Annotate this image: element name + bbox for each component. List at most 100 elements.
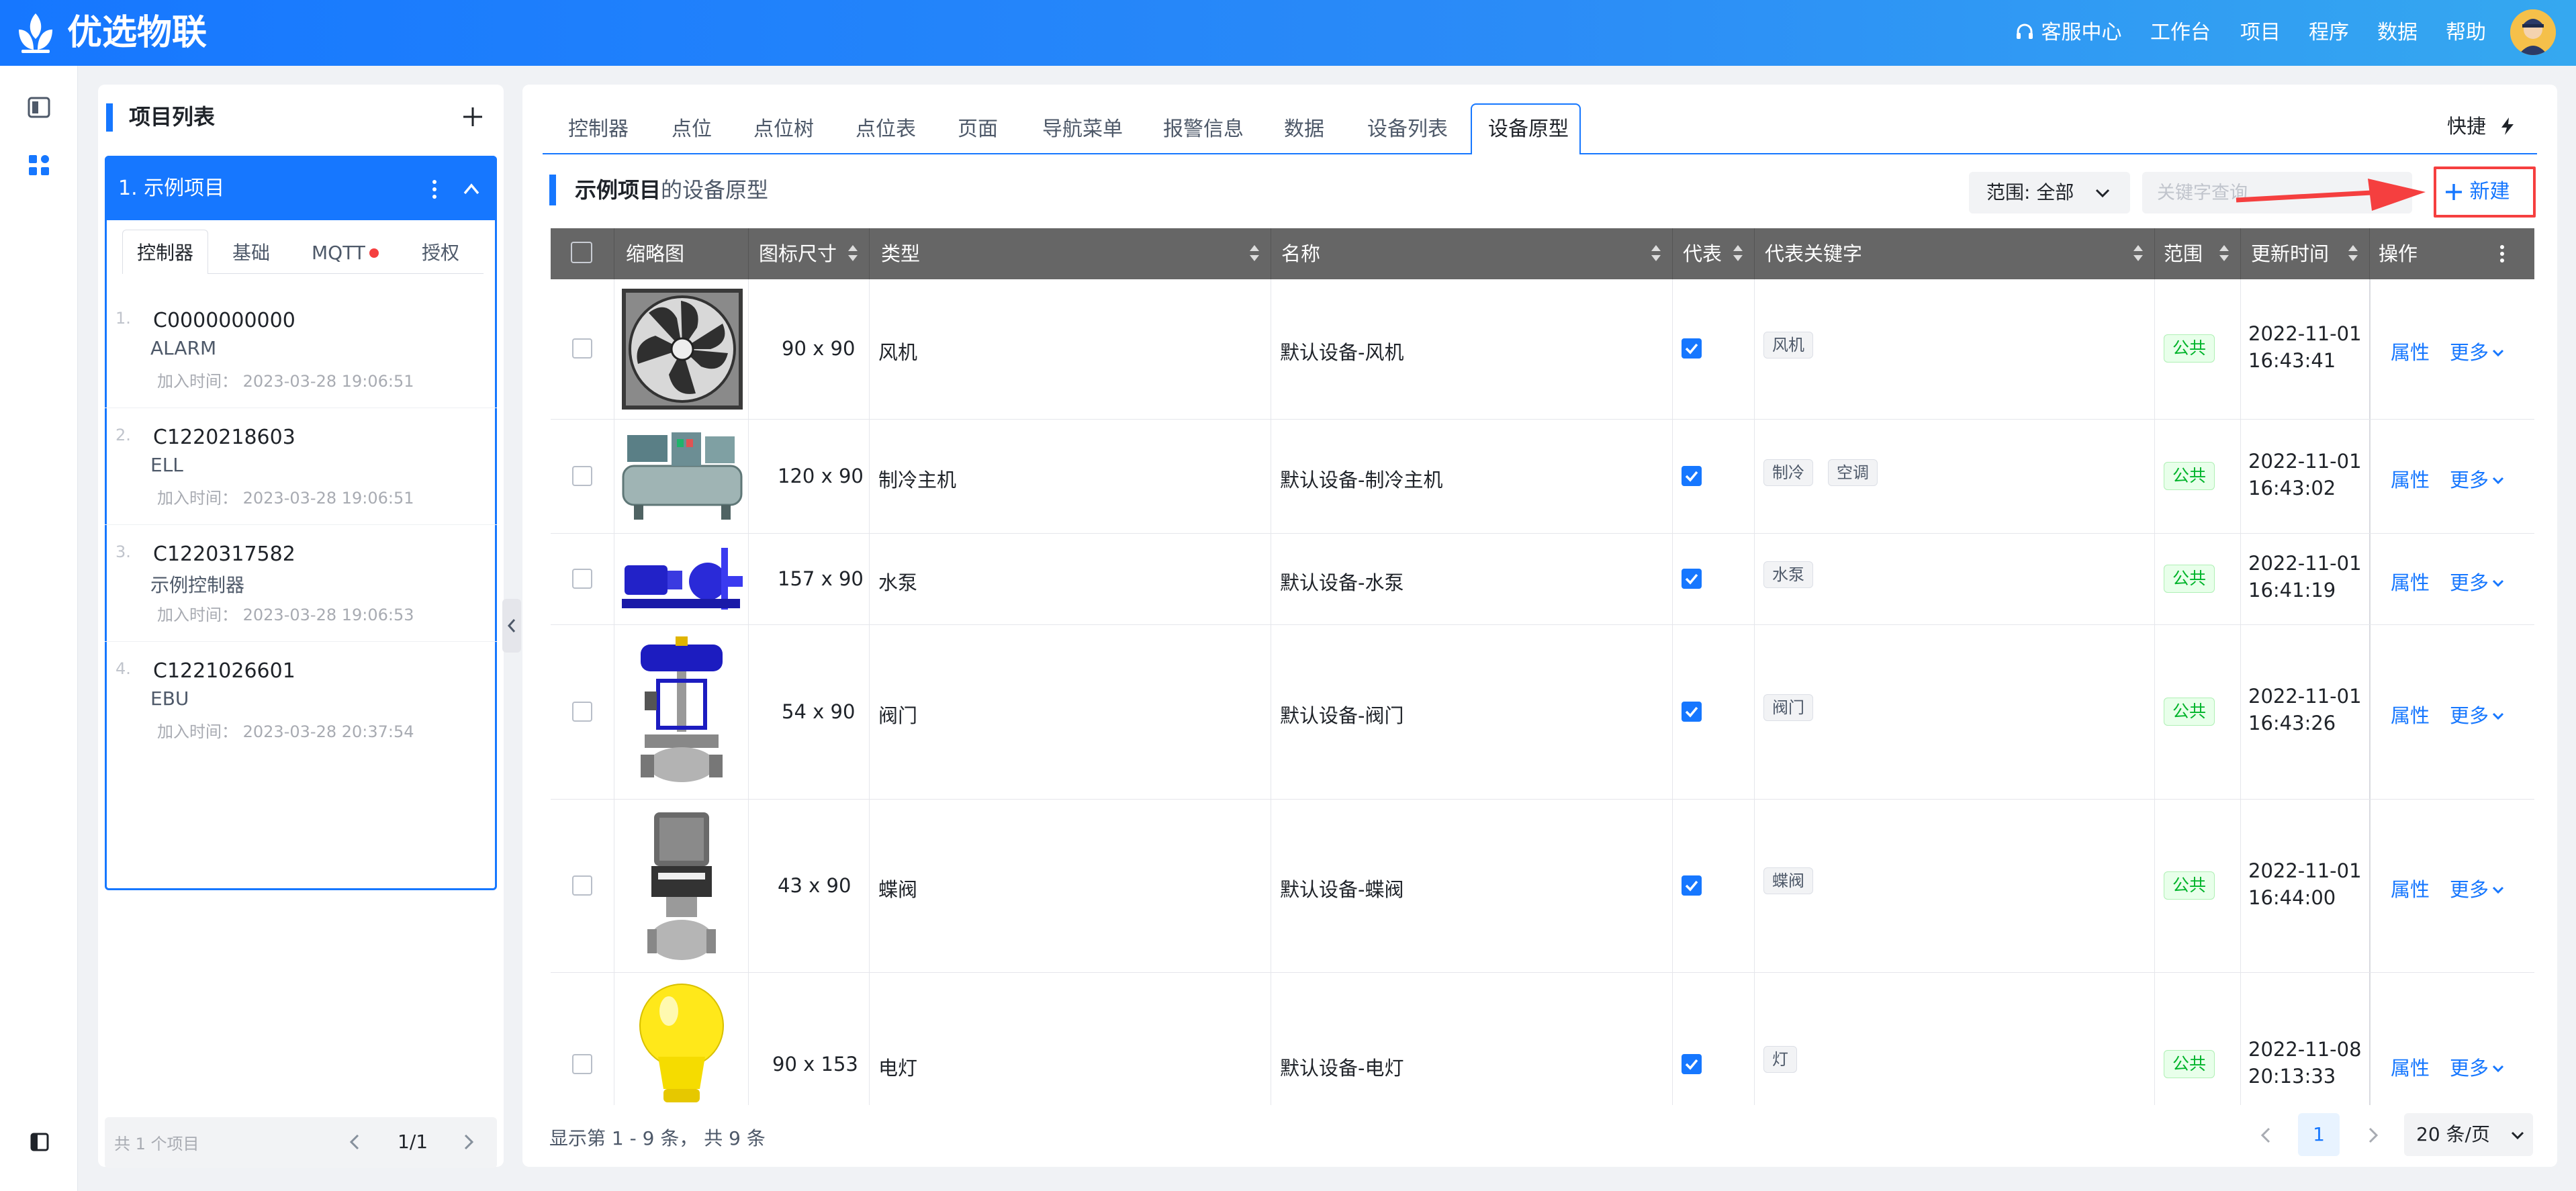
tab-nav-menu[interactable]: 导航菜单 [1042, 102, 1123, 157]
more-label: 更多 [2450, 704, 2489, 727]
item-index: 3. [116, 542, 131, 561]
more-dropdown[interactable]: 更多 [2450, 465, 2505, 493]
attributes-link[interactable]: 属性 [2391, 567, 2430, 596]
tab-pages[interactable]: 页面 [958, 102, 998, 157]
item-time: 加入时间： 2023-03-28 19:06:51 [157, 372, 414, 391]
more-label: 更多 [2450, 469, 2489, 491]
tab-device-prototype[interactable]: 设备原型 [1488, 102, 1569, 157]
attributes-link[interactable]: 属性 [2391, 465, 2430, 493]
sort-icon[interactable] [1649, 242, 1663, 265]
sort-icon[interactable] [2346, 242, 2360, 265]
quick-menu[interactable]: 快捷 [2447, 111, 2516, 141]
prev-page-icon[interactable] [2256, 1125, 2276, 1145]
more-dropdown[interactable]: 更多 [2450, 337, 2505, 365]
sort-icon[interactable] [2217, 242, 2231, 265]
mqtt-status-dot [369, 248, 379, 258]
chevron-left-icon [507, 619, 516, 632]
chevron-up-icon[interactable] [461, 180, 482, 199]
more-dropdown[interactable]: 更多 [2450, 567, 2505, 596]
attributes-link[interactable]: 属性 [2391, 337, 2430, 365]
col-scope[interactable]: 范围 [2164, 228, 2203, 279]
col-icon-size[interactable]: 图标尺寸 [759, 228, 837, 279]
add-project-icon[interactable] [461, 105, 485, 129]
table-row[interactable] [551, 972, 2534, 1105]
representative-checkbox[interactable] [1682, 569, 1702, 589]
updated-time: 16:43:41 [2248, 349, 2336, 372]
attributes-link[interactable]: 属性 [2391, 700, 2430, 728]
tab-data[interactable]: 数据 [1284, 102, 1324, 157]
row-checkbox[interactable] [572, 875, 592, 896]
user-avatar[interactable] [2510, 9, 2556, 55]
representative-checkbox[interactable] [1682, 702, 1702, 722]
updated-time: 16:43:02 [2248, 477, 2336, 499]
keyword-tag: 灯 [1763, 1046, 1797, 1073]
tab-controller-main[interactable]: 控制器 [568, 102, 629, 157]
updated-time: 20:13:33 [2248, 1065, 2336, 1088]
nav-program[interactable]: 程序 [2309, 0, 2349, 66]
sort-icon[interactable] [846, 242, 860, 265]
page-size-select[interactable]: 20 条/页 [2404, 1113, 2533, 1156]
row-checkbox[interactable] [572, 702, 592, 722]
col-updated[interactable]: 更新时间 [2251, 228, 2329, 279]
updated-time: 16:41:19 [2248, 579, 2336, 602]
col-divider [2240, 228, 2241, 279]
more-dropdown[interactable]: 更多 [2450, 874, 2505, 902]
col-type[interactable]: 类型 [881, 228, 920, 279]
prev-page-icon[interactable] [345, 1132, 365, 1152]
current-page-button[interactable]: 1 [2298, 1113, 2340, 1156]
tab-basic[interactable]: 基础 [232, 238, 270, 269]
tab-auth[interactable]: 授权 [422, 238, 459, 269]
scope-badge: 公共 [2164, 698, 2215, 726]
representative-checkbox[interactable] [1682, 875, 1702, 896]
next-page-icon[interactable] [458, 1132, 478, 1152]
sort-icon[interactable] [2131, 242, 2145, 265]
nav-data[interactable]: 数据 [2377, 0, 2418, 66]
col-keywords[interactable]: 代表关键字 [1765, 228, 1862, 279]
representative-checkbox[interactable] [1682, 338, 1702, 359]
more-vertical-icon[interactable] [424, 177, 445, 201]
tab-point-tree[interactable]: 点位树 [753, 102, 814, 157]
nav-workbench[interactable]: 工作台 [2150, 0, 2211, 66]
more-label: 更多 [2450, 571, 2489, 594]
item-time: 加入时间： 2023-03-28 19:06:51 [157, 489, 414, 508]
tab-mqtt[interactable]: MQTT [312, 238, 379, 269]
new-button[interactable]: 新建 [2444, 175, 2525, 209]
col-representative[interactable]: 代表 [1683, 228, 1722, 279]
nav-project[interactable]: 项目 [2240, 0, 2281, 66]
scope-select[interactable]: 范围: 全部 [1969, 172, 2130, 213]
attributes-link[interactable]: 属性 [2391, 874, 2430, 902]
col-name[interactable]: 名称 [1281, 228, 1320, 279]
representative-checkbox[interactable] [1682, 466, 1702, 486]
keyword-tag: 水泵 [1763, 561, 1813, 588]
attributes-link[interactable]: 属性 [2391, 1053, 2430, 1081]
sort-icon[interactable] [1248, 242, 1261, 265]
tab-point-table[interactable]: 点位表 [856, 102, 916, 157]
updated-date: 2022-11-01 [2248, 685, 2362, 708]
row-checkbox[interactable] [572, 466, 592, 486]
more-dropdown[interactable]: 更多 [2450, 1053, 2505, 1081]
representative-checkbox[interactable] [1682, 1054, 1702, 1074]
tab-controller[interactable]: 控制器 [137, 238, 193, 269]
sort-icon[interactable] [1731, 242, 1745, 265]
select-all-checkbox[interactable] [571, 242, 592, 263]
tab-device-list[interactable]: 设备列表 [1367, 102, 1448, 157]
more-dropdown[interactable]: 更多 [2450, 700, 2505, 728]
dashboard-grid-icon[interactable] [27, 153, 51, 177]
icon-size: 43 x 90 [778, 874, 852, 897]
column-settings-icon[interactable] [2495, 243, 2509, 265]
row-checkbox[interactable] [572, 338, 592, 359]
customer-service-link[interactable]: 客服中心 [2015, 0, 2122, 66]
nav-help[interactable]: 帮助 [2446, 0, 2486, 66]
scope-badge: 公共 [2164, 565, 2215, 593]
row-checkbox[interactable] [572, 1054, 592, 1074]
sidebar-toggle-icon[interactable] [30, 1132, 50, 1152]
collapse-handle[interactable] [502, 599, 521, 653]
more-label: 更多 [2450, 878, 2489, 901]
chevron-down-icon [2095, 189, 2110, 198]
keyword-tag: 风机 [1763, 332, 1813, 359]
tab-alarms[interactable]: 报警信息 [1163, 102, 1244, 157]
row-checkbox[interactable] [572, 569, 592, 589]
tab-points[interactable]: 点位 [672, 102, 712, 157]
layout-panel-icon[interactable] [27, 95, 51, 120]
next-page-icon[interactable] [2362, 1125, 2383, 1145]
